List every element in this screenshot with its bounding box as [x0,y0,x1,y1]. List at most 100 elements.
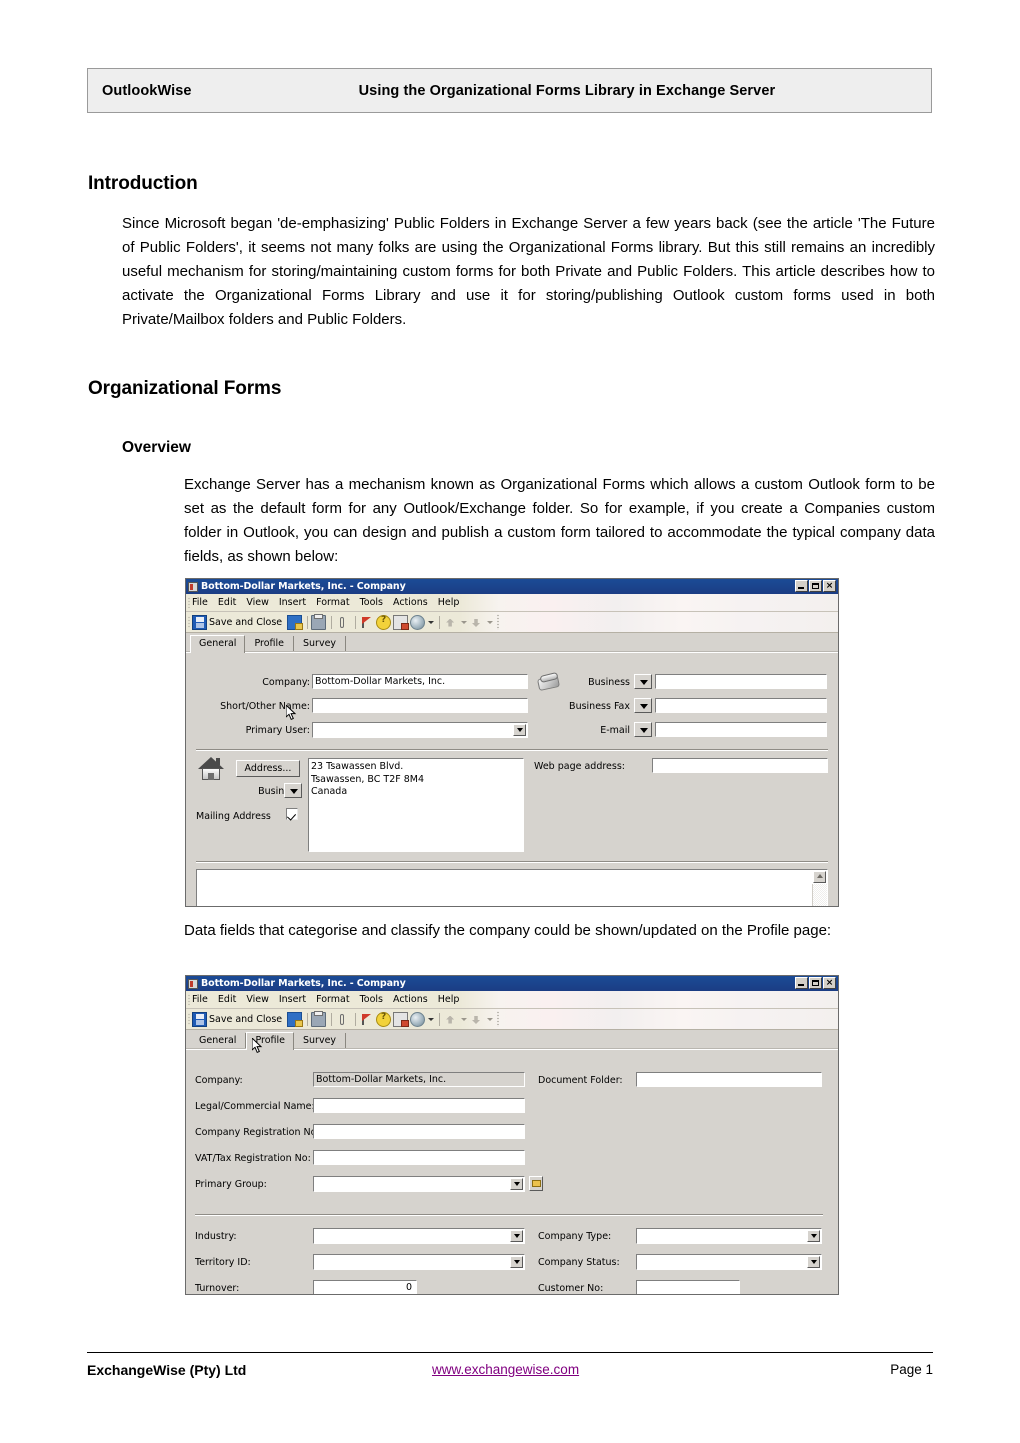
menu-item-actions[interactable]: Actions [393,597,428,608]
menu-item-actions[interactable]: Actions [393,994,428,1005]
chevron-down-icon[interactable] [510,1230,523,1242]
close-button[interactable]: × [823,977,836,989]
company-type-combobox[interactable] [636,1228,822,1244]
tool-bar: Save and Close [186,612,838,633]
turnover-input[interactable]: 0 [313,1280,417,1294]
tab-general[interactable]: General [190,1033,247,1049]
save-icon[interactable] [192,614,207,630]
menu-item-edit[interactable]: Edit [218,994,236,1005]
attach-icon[interactable] [335,1012,350,1027]
company-status-label: Company Status: [538,1257,620,1268]
tab-profile[interactable]: Profile [245,636,294,652]
globe-link-icon[interactable] [410,614,426,630]
web-page-address-input[interactable] [652,758,828,773]
menu-item-view[interactable]: View [246,994,269,1005]
maximize-button[interactable] [809,977,822,989]
menu-item-tools[interactable]: Tools [360,994,383,1005]
business-fax-type-button[interactable] [634,698,652,713]
customer-no-input[interactable] [636,1280,740,1294]
company-input[interactable]: Bottom-Dollar Markets, Inc. [313,1072,525,1087]
contact-card-icon[interactable] [393,614,410,630]
legal-commercial-name-input[interactable] [313,1098,525,1113]
menu-item-edit[interactable]: Edit [218,597,236,608]
address-type-button[interactable] [284,783,302,798]
save-and-close-button[interactable]: Save and Close [209,1014,282,1025]
menu-item-format[interactable]: Format [316,994,349,1005]
primary-group-combobox[interactable] [313,1176,525,1192]
business-fax-input[interactable] [655,698,827,713]
minimize-button[interactable] [795,580,808,592]
primary-group-browse-button[interactable] [529,1176,543,1191]
menu-item-format[interactable]: Format [316,597,349,608]
scroll-up-icon[interactable] [813,871,826,883]
minimize-button[interactable] [795,977,808,989]
window-title: Bottom-Dollar Markets, Inc. - Company [201,978,406,989]
previous-item-icon [443,615,458,630]
overview-paragraph: Exchange Server has a mechanism known as… [184,476,935,565]
previous-item-dropdown-icon [460,615,468,630]
menu-item-file[interactable]: File [192,994,208,1005]
tab-profile[interactable]: Profile [246,1032,294,1050]
vat-tax-registration-no-input[interactable] [313,1150,525,1165]
menu-item-help[interactable]: Help [438,597,460,608]
company-input[interactable]: Bottom-Dollar Markets, Inc. [312,674,528,689]
toolbar-overflow-grip[interactable] [497,1011,502,1027]
header-brand: OutlookWise [102,82,192,99]
chevron-down-icon[interactable] [427,615,435,630]
save-as-icon[interactable] [287,1011,304,1027]
notes-scrollbar-track[interactable] [812,884,827,906]
section-divider [196,861,828,863]
industry-combobox[interactable] [313,1228,525,1244]
flag-icon[interactable] [359,615,374,630]
attach-icon[interactable] [335,615,350,630]
chevron-down-icon[interactable] [427,1012,435,1027]
permission-icon[interactable] [376,1011,392,1027]
document-folder-input[interactable] [636,1072,822,1087]
mailing-address-checkbox[interactable] [286,808,298,820]
notes-textarea[interactable] [196,869,828,906]
menu-item-help[interactable]: Help [438,994,460,1005]
chevron-down-icon[interactable] [807,1230,820,1242]
flag-icon[interactable] [359,1012,374,1027]
tab-survey[interactable]: Survey [294,636,347,652]
menu-item-insert[interactable]: Insert [279,994,306,1005]
address-button[interactable]: Address... [236,760,300,777]
menu-item-insert[interactable]: Insert [279,597,306,608]
print-icon[interactable] [311,1010,327,1027]
company-status-combobox[interactable] [636,1254,822,1270]
menu-item-file[interactable]: File [192,597,208,608]
business-phone-input[interactable] [655,674,827,689]
tab-general[interactable]: General [190,635,246,653]
globe-link-icon[interactable] [410,1011,426,1027]
menu-item-tools[interactable]: Tools [360,597,383,608]
close-button[interactable]: × [823,580,836,592]
email-type-button[interactable] [634,722,652,737]
chevron-down-icon[interactable] [510,1256,523,1268]
footer-website-link[interactable]: www.exchangewise.com [432,1362,579,1377]
email-input[interactable] [655,722,827,737]
form-tab-strip: General Profile Survey [186,1030,838,1050]
toolbar-separator [355,615,357,629]
save-and-close-button[interactable]: Save and Close [209,617,282,628]
short-other-name-input[interactable] [312,698,528,713]
permission-icon[interactable] [376,614,392,630]
document-page: OutlookWise Using the Organizational For… [0,0,1020,1443]
business-phone-type-button[interactable] [634,674,652,689]
chevron-down-icon[interactable] [513,724,526,736]
chevron-down-icon[interactable] [510,1178,523,1190]
contact-card-icon[interactable] [393,1011,410,1027]
territory-id-combobox[interactable] [313,1254,525,1270]
save-as-icon[interactable] [287,614,304,630]
legal-commercial-name-label: Legal/Commercial Name: [195,1101,315,1112]
address-textarea[interactable]: 23 Tsawassen Blvd. Tsawassen, BC T2F 8M4… [308,758,524,852]
chevron-down-icon[interactable] [807,1256,820,1268]
print-icon[interactable] [311,613,327,630]
maximize-button[interactable] [809,580,822,592]
primary-user-combobox[interactable] [312,722,528,738]
save-icon[interactable] [192,1011,207,1027]
menu-item-view[interactable]: View [246,597,269,608]
tab-survey[interactable]: Survey [294,1033,347,1049]
company-registration-no-input[interactable] [313,1124,525,1139]
toolbar-overflow-grip[interactable] [497,614,502,630]
company-registration-no-label: Company Registration No: [195,1127,320,1138]
